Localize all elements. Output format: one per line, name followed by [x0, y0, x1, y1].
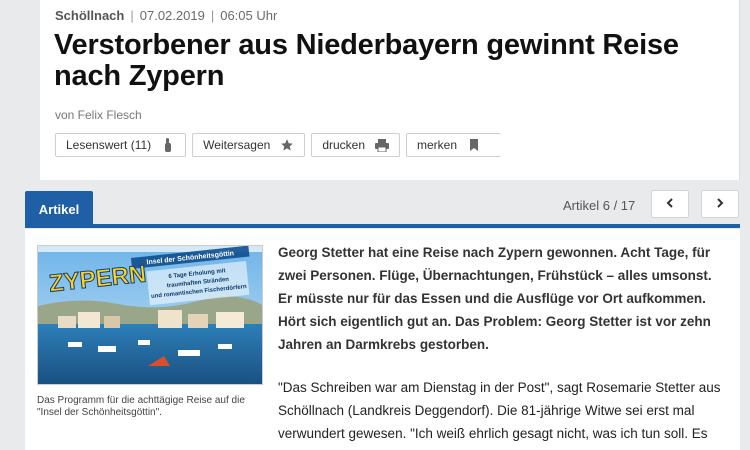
weitersagen-label: Weitersagen: [203, 138, 271, 152]
star-icon: [280, 138, 294, 152]
article-paragraph: "Das Schreiben war am Dienstag in der Po…: [278, 380, 721, 441]
printer-icon: [375, 138, 390, 152]
article-counter: Artikel 6 / 17: [563, 198, 636, 213]
article-body: Georg Stetter hat eine Reise nach Zypern…: [278, 241, 728, 445]
drucken-label: drucken: [322, 138, 366, 152]
thumbs-up-icon: [161, 138, 175, 152]
brochure-image[interactable]: Insel der Schönheitsgöttin ZYPERN 6 Tage…: [37, 245, 263, 385]
merken-button[interactable]: merken: [406, 133, 502, 157]
next-article-button[interactable]: [701, 190, 739, 218]
chevron-left-icon: [666, 195, 674, 213]
lesenswert-button[interactable]: Lesenswert (11): [55, 133, 187, 157]
date: 07.02.2019: [139, 8, 205, 23]
time: 06:05 Uhr: [220, 8, 278, 23]
article-actions: Lesenswert (11) Weitersagen drucken merk…: [55, 133, 502, 157]
chevron-right-icon: [716, 195, 724, 213]
bookmark-icon: [467, 138, 481, 152]
article-figure: Insel der Schönheitsgöttin ZYPERN 6 Tage…: [37, 245, 263, 419]
article-header: Schöllnach | 07.02.2019 | 06:05 Uhr Verstorb…: [40, 0, 740, 180]
previous-article-button[interactable]: [651, 190, 689, 218]
drucken-button[interactable]: drucken: [311, 133, 401, 157]
article-tab-bar: Artikel Artikel 6 / 17: [25, 188, 740, 228]
page-title: Verstorbener aus Niederbayern gewinnt Re…: [54, 29, 679, 92]
tab-artikel[interactable]: Artikel: [25, 191, 93, 227]
meta-separator: |: [210, 8, 215, 23]
article-meta: Schöllnach | 07.02.2019 | 06:05 Uhr: [55, 8, 277, 23]
image-caption: Das Programm für die achttägige Reise au…: [37, 395, 245, 418]
article-lead: Georg Stetter hat eine Reise nach Zypern…: [278, 245, 712, 352]
meta-separator: |: [130, 8, 134, 23]
tab-underline: [25, 224, 740, 228]
location: Schöllnach: [55, 8, 125, 23]
article-content: Insel der Schönheitsgöttin ZYPERN 6 Tage…: [25, 229, 740, 450]
weitersagen-button[interactable]: Weitersagen: [192, 133, 306, 157]
merken-label: merken: [417, 138, 458, 152]
author-byline: von Felix Flesch: [55, 108, 142, 122]
lesenswert-label: Lesenswert (11): [66, 138, 152, 152]
